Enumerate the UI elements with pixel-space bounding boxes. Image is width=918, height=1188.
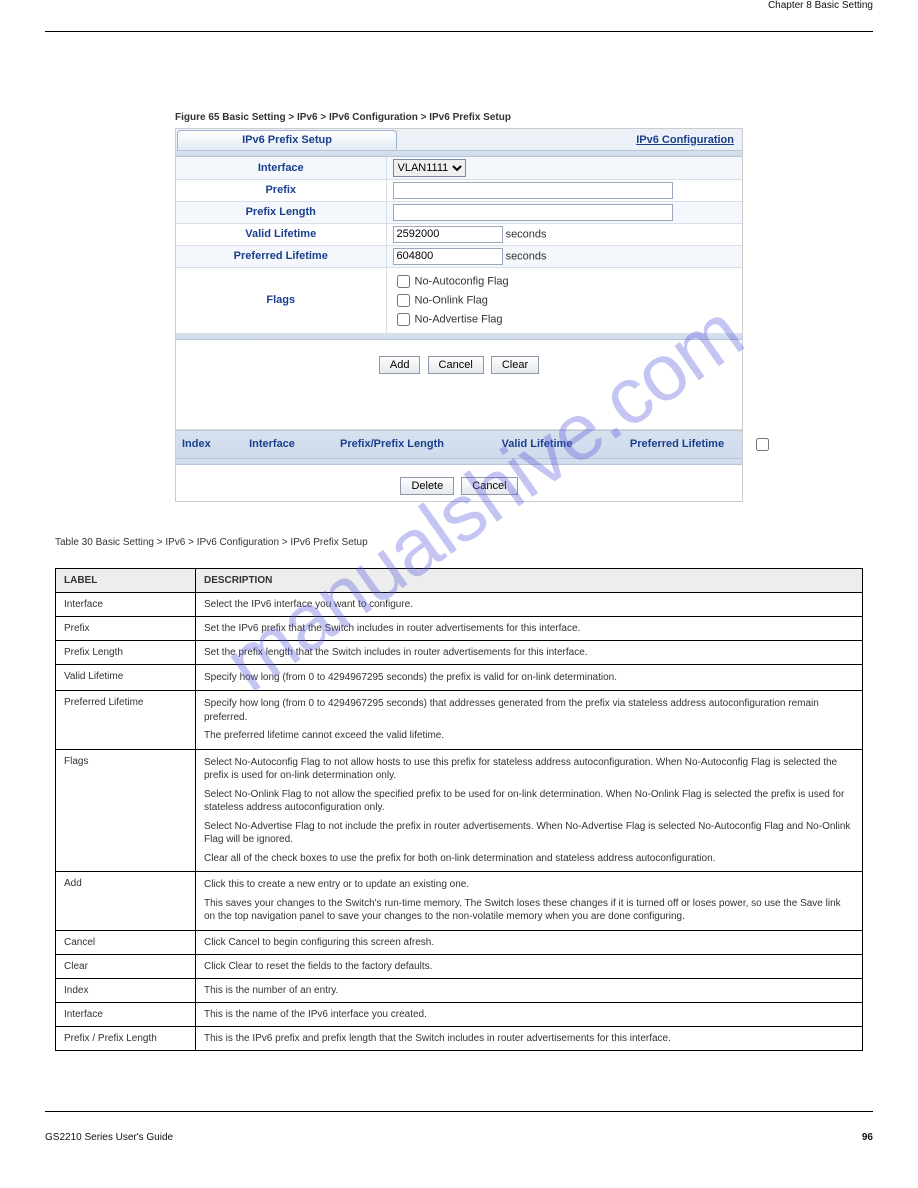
row-preferred-lifetime: Preferred Lifetime Specify how long (fro… (56, 691, 863, 750)
prefix-form: Interface VLAN1111 Prefix Prefix Length … (176, 157, 742, 334)
link-ipv6-configuration[interactable]: IPv6 Configuration (636, 134, 734, 146)
input-valid-lifetime[interactable] (393, 226, 503, 243)
label-valid-lifetime: Valid Lifetime (176, 223, 386, 245)
list-header: Index Interface Prefix/Prefix Length Val… (176, 430, 742, 459)
row-prefix: Prefix Set the IPv6 prefix that the Swit… (56, 616, 863, 640)
figure-caption: Figure 65 Basic Setting > IPv6 > IPv6 Co… (175, 112, 743, 123)
row-cancel: Cancel Click Cancel to begin configuring… (56, 930, 863, 954)
row-valid-lifetime: Valid Lifetime Specify how long (from 0 … (56, 664, 863, 691)
row-add: Add Click this to create a new entry or … (56, 872, 863, 931)
col-preferred: Preferred Lifetime (602, 438, 752, 450)
rule-top (45, 31, 873, 32)
row-interface: Interface Select the IPv6 interface you … (56, 592, 863, 616)
cancel-button[interactable]: Cancel (428, 356, 484, 374)
col-index: Index (182, 438, 232, 450)
input-prefix-length[interactable] (393, 204, 673, 221)
cancel-button-2[interactable]: Cancel (461, 477, 517, 495)
label-flags: Flags (176, 267, 386, 333)
input-preferred-lifetime[interactable] (393, 248, 503, 265)
flag-row-noadv: No-Advertise Flag (393, 310, 743, 329)
tab-ipv6-prefix-setup[interactable]: IPv6 Prefix Setup (177, 130, 397, 150)
checkbox-no-advertise[interactable] (397, 313, 410, 326)
description-table: LABEL DESCRIPTION Interface Select the I… (55, 568, 863, 1051)
table-caption: Table 30 Basic Setting > IPv6 > IPv6 Con… (55, 537, 863, 548)
row-interface-2: Interface This is the name of the IPv6 i… (56, 1002, 863, 1026)
label-prefix-length: Prefix Length (176, 201, 386, 223)
row-prefix-prefix-length: Prefix / Prefix Length This is the IPv6 … (56, 1026, 863, 1050)
rule-bottom (45, 1111, 873, 1112)
row-index: Index This is the number of an entry. (56, 978, 863, 1002)
delete-button[interactable]: Delete (400, 477, 454, 495)
flag-row-noonlink: No-Onlink Flag (393, 291, 743, 310)
checkbox-select-all[interactable] (756, 438, 769, 451)
prefix-setup-panel: IPv6 Prefix Setup IPv6 Configuration Int… (175, 128, 743, 502)
col-prefix: Prefix/Prefix Length (312, 438, 472, 450)
unit-preferred: seconds (506, 250, 547, 262)
checkbox-no-onlink[interactable] (397, 294, 410, 307)
unit-valid: seconds (506, 228, 547, 240)
label-prefix: Prefix (176, 179, 386, 201)
th-label: LABEL (56, 568, 196, 592)
input-prefix[interactable] (393, 182, 673, 199)
flag-row-noautoconf: No-Autoconfig Flag (393, 272, 743, 291)
th-description: DESCRIPTION (196, 568, 863, 592)
col-valid: Valid Lifetime (472, 438, 602, 450)
clear-button[interactable]: Clear (491, 356, 539, 374)
footer-left: GS2210 Series User's Guide (45, 1132, 173, 1143)
label-preferred-lifetime: Preferred Lifetime (176, 245, 386, 267)
add-button[interactable]: Add (379, 356, 421, 374)
row-prefix-length: Prefix Length Set the prefix length that… (56, 640, 863, 664)
select-interface[interactable]: VLAN1111 (393, 159, 466, 177)
col-interface: Interface (232, 438, 312, 450)
list-separator (176, 390, 742, 430)
header-chapter: Chapter 8 Basic Setting (768, 0, 873, 11)
checkbox-no-autoconfig[interactable] (397, 275, 410, 288)
row-clear: Clear Click Clear to reset the fields to… (56, 954, 863, 978)
footer-page: 96 (862, 1132, 873, 1143)
label-interface: Interface (176, 157, 386, 179)
row-flags: Flags Select No-Autoconfig Flag to not a… (56, 749, 863, 872)
